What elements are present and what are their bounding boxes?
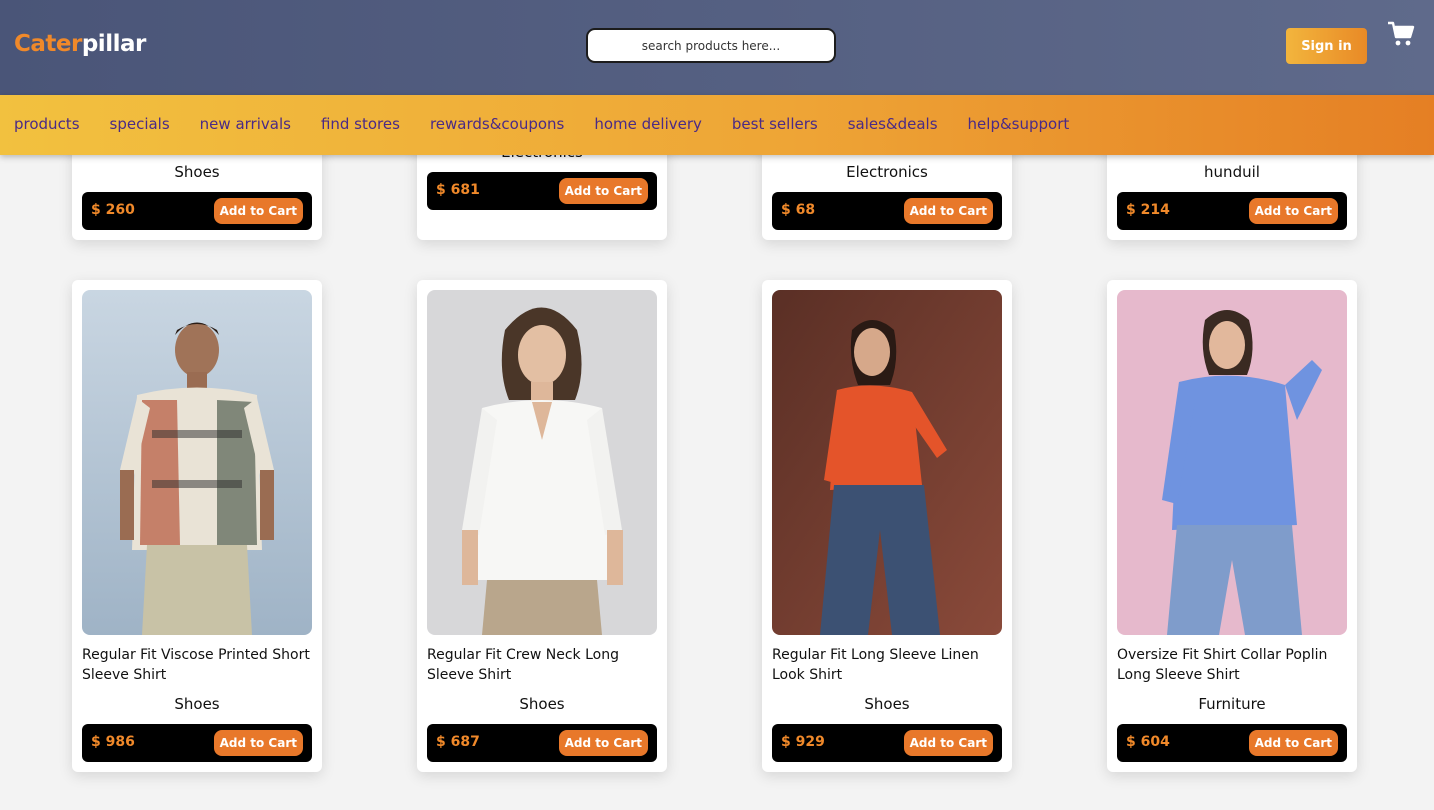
product-name[interactable]: Oversize Fit Shirt Collar Poplin Long Sl… bbox=[1117, 645, 1349, 685]
nav-item-sales-deals[interactable]: sales&deals bbox=[848, 115, 938, 133]
add-to-cart-button[interactable]: Add to Cart bbox=[558, 178, 648, 204]
product-category: Electronics bbox=[846, 163, 928, 181]
logo-text-secondary: pillar bbox=[81, 31, 146, 57]
logo-text-primary: Cater bbox=[14, 31, 82, 57]
price-bar: $ 929 Add to Cart bbox=[772, 724, 1002, 762]
price-bar: $ 687 Add to Cart bbox=[427, 724, 657, 762]
product-image[interactable] bbox=[427, 290, 657, 635]
product-price: $ 929 bbox=[781, 734, 825, 750]
product-price: $ 681 bbox=[436, 182, 480, 198]
product-category: Shoes bbox=[174, 163, 220, 181]
product-image[interactable] bbox=[1117, 290, 1347, 635]
add-to-cart-button[interactable]: Add to Cart bbox=[213, 730, 303, 756]
add-to-cart-button[interactable]: Add to Cart bbox=[903, 198, 993, 224]
price-bar: $ 214 Add to Cart bbox=[1117, 192, 1347, 230]
nav-item-help-support[interactable]: help&support bbox=[968, 115, 1070, 133]
product-card[interactable]: Regular Fit Long Sleeve Linen Look Shirt… bbox=[762, 280, 1012, 772]
top-header: Caterpillar Sign in bbox=[0, 0, 1434, 95]
product-image[interactable] bbox=[82, 290, 312, 635]
product-price: $ 604 bbox=[1126, 734, 1170, 750]
add-to-cart-button[interactable]: Add to Cart bbox=[903, 730, 993, 756]
product-name[interactable]: Regular Fit Crew Neck Long Sleeve Shirt bbox=[427, 645, 659, 685]
product-price: $ 986 bbox=[91, 734, 135, 750]
cart-icon[interactable] bbox=[1387, 20, 1415, 48]
price-bar: $ 986 Add to Cart bbox=[82, 724, 312, 762]
nav-item-new-arrivals[interactable]: new arrivals bbox=[200, 115, 291, 133]
nav-item-rewards-coupons[interactable]: rewards&coupons bbox=[430, 115, 564, 133]
search-input[interactable] bbox=[586, 28, 836, 63]
add-to-cart-button[interactable]: Add to Cart bbox=[1248, 730, 1338, 756]
product-image[interactable] bbox=[772, 290, 1002, 635]
site-logo[interactable]: Caterpillar bbox=[14, 31, 146, 57]
product-name[interactable]: Regular Fit Long Sleeve Linen Look Shirt bbox=[772, 645, 1004, 685]
add-to-cart-button[interactable]: Add to Cart bbox=[213, 198, 303, 224]
price-bar: $ 68 Add to Cart bbox=[772, 192, 1002, 230]
product-category: Shoes bbox=[174, 695, 220, 713]
add-to-cart-button[interactable]: Add to Cart bbox=[1248, 198, 1338, 224]
product-category: Furniture bbox=[1198, 695, 1266, 713]
product-price: $ 260 bbox=[91, 202, 135, 218]
price-bar: $ 604 Add to Cart bbox=[1117, 724, 1347, 762]
nav-item-best-sellers[interactable]: best sellers bbox=[732, 115, 818, 133]
product-price: $ 214 bbox=[1126, 202, 1170, 218]
product-category: hunduil bbox=[1204, 163, 1260, 181]
product-price: $ 687 bbox=[436, 734, 480, 750]
price-bar: $ 681 Add to Cart bbox=[427, 172, 657, 210]
sign-in-button[interactable]: Sign in bbox=[1286, 28, 1367, 64]
price-bar: $ 260 Add to Cart bbox=[82, 192, 312, 230]
category-nav: products specials new arrivals find stor… bbox=[0, 95, 1434, 155]
product-card[interactable]: Regular Fit Crew Neck Long Sleeve Shirt … bbox=[417, 280, 667, 772]
nav-item-specials[interactable]: specials bbox=[110, 115, 170, 133]
product-card[interactable]: Regular Fit Viscose Printed Short Sleeve… bbox=[72, 280, 322, 772]
product-name[interactable]: Regular Fit Viscose Printed Short Sleeve… bbox=[82, 645, 314, 685]
nav-item-home-delivery[interactable]: home delivery bbox=[594, 115, 702, 133]
product-price: $ 68 bbox=[781, 202, 816, 218]
product-card[interactable]: Oversize Fit Shirt Collar Poplin Long Sl… bbox=[1107, 280, 1357, 772]
product-category: Shoes bbox=[864, 695, 910, 713]
add-to-cart-button[interactable]: Add to Cart bbox=[558, 730, 648, 756]
nav-item-products[interactable]: products bbox=[14, 115, 80, 133]
product-category: Shoes bbox=[519, 695, 565, 713]
nav-item-find-stores[interactable]: find stores bbox=[321, 115, 400, 133]
